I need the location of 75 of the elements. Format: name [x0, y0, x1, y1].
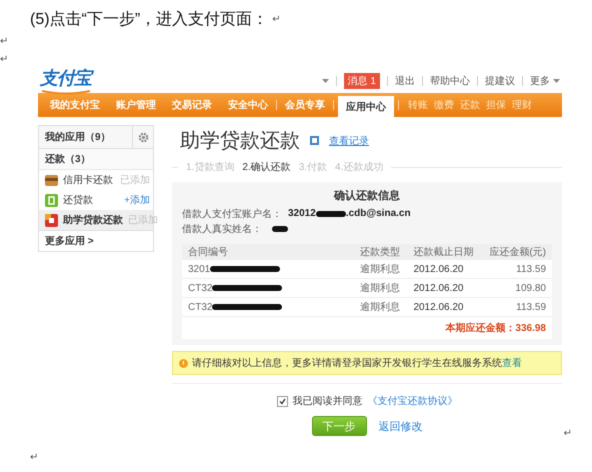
field-value: .cdb@sina.cn	[346, 208, 411, 219]
section-header: 还款（3）	[39, 149, 153, 170]
instruction-text: (5)点击“下一步”，进入支付页面：	[30, 10, 268, 30]
column-header: 应还金额(元)	[481, 244, 552, 260]
field-label: 借款人支付宝账户名：	[182, 208, 282, 220]
more-menu[interactable]: 更多	[530, 74, 560, 88]
step-label: 2.确认还款	[242, 161, 291, 174]
swoosh-icon	[40, 90, 92, 95]
redaction-mark	[212, 285, 282, 291]
caret-icon	[553, 78, 560, 82]
gift-icon	[45, 214, 58, 226]
field-label: 借款人真实姓名：	[182, 222, 262, 236]
panel-title: 我的应用（9）	[45, 130, 111, 144]
nav-tab[interactable]: 安全中心	[220, 93, 276, 117]
total-amount: 本期应还金额：336.98	[445, 323, 546, 334]
nav-tab[interactable]: 账户管理	[108, 93, 164, 117]
paragraph-mark: ↵	[564, 428, 572, 439]
table-cell: 逾期利息	[354, 260, 408, 278]
table-cell: 109.80	[481, 278, 552, 298]
step-label: 4.还款成功	[335, 160, 384, 174]
redaction-mark	[212, 304, 282, 310]
paragraph-mark: ↵	[0, 54, 8, 64]
table-cell: 逾期利息	[354, 278, 408, 298]
nav-tab[interactable]: 我的支付宝	[42, 93, 108, 117]
redaction-mark	[272, 226, 288, 232]
app-name: 信用卡还款	[63, 174, 114, 187]
agreement-link[interactable]: 《支付宝还款协议》	[368, 394, 458, 408]
header-link[interactable]: 帮助中心	[430, 74, 470, 88]
column-header: 还款类型	[354, 244, 408, 260]
caret-icon[interactable]	[322, 78, 329, 82]
step-label: 3.付款	[298, 161, 328, 174]
redaction-mark	[210, 266, 280, 272]
table-cell: CT32	[188, 302, 212, 312]
paragraph-mark: ↵	[0, 36, 8, 46]
nav-tab[interactable]: 会员专享	[277, 93, 333, 117]
agreement-checkbox[interactable]	[276, 396, 288, 406]
header-link[interactable]: 退出	[395, 74, 415, 88]
back-link[interactable]: 返回修改	[378, 418, 422, 434]
loan-icon	[45, 194, 58, 206]
header-link[interactable]: 提建议	[485, 74, 515, 88]
next-button[interactable]: 下一步	[312, 416, 366, 436]
step-label: 1.贷款查询	[186, 160, 234, 174]
wallet-icon	[45, 174, 58, 186]
table-cell: 113.59	[481, 260, 552, 278]
table-cell: 3201	[188, 264, 210, 274]
added-label: 已添加	[120, 174, 150, 187]
app-name: 助学贷款还款	[63, 214, 123, 227]
quick-link[interactable]: 还款	[457, 93, 483, 117]
nav-tab[interactable]: 交易记录	[164, 93, 220, 117]
logo[interactable]: 支付宝	[40, 66, 91, 90]
redaction-mark	[316, 210, 346, 216]
more-apps-link[interactable]: 更多应用 >	[39, 230, 153, 251]
settings-icon[interactable]	[138, 132, 148, 142]
notice-text: 请仔细核对以上信息，更多详情请登录国家开发银行学生在线服务系统查看	[192, 356, 522, 370]
paragraph-mark: ↵	[272, 14, 281, 24]
agreement-text: 我已阅读并同意	[292, 394, 362, 408]
document-icon	[310, 136, 319, 145]
app-item[interactable]: 还贷款 +添加	[39, 190, 153, 210]
add-link[interactable]: +添加	[124, 193, 150, 207]
nav-tab[interactable]: 应用中心	[338, 96, 394, 117]
message-badge[interactable]: 消息 1	[344, 72, 380, 88]
app-item[interactable]: 信用卡还款 已添加	[39, 170, 153, 190]
paragraph-mark: ↵	[30, 452, 38, 463]
table-cell: 2012.06.20	[407, 278, 482, 298]
table-cell: CT32	[188, 282, 212, 294]
table-cell: 2012.06.20	[407, 260, 482, 278]
field-value: 32012	[288, 208, 316, 219]
notice-link[interactable]: 查看	[502, 358, 522, 369]
app-name: 还贷款	[63, 194, 94, 207]
warning-icon	[179, 358, 188, 368]
page-title: 助学贷款还款	[180, 129, 300, 154]
section-title: 确认还款信息	[332, 188, 401, 204]
column-header: 还款截止日期	[407, 244, 482, 260]
column-header: 合同编号	[182, 244, 354, 260]
records-link[interactable]: 查看记录	[329, 134, 369, 148]
